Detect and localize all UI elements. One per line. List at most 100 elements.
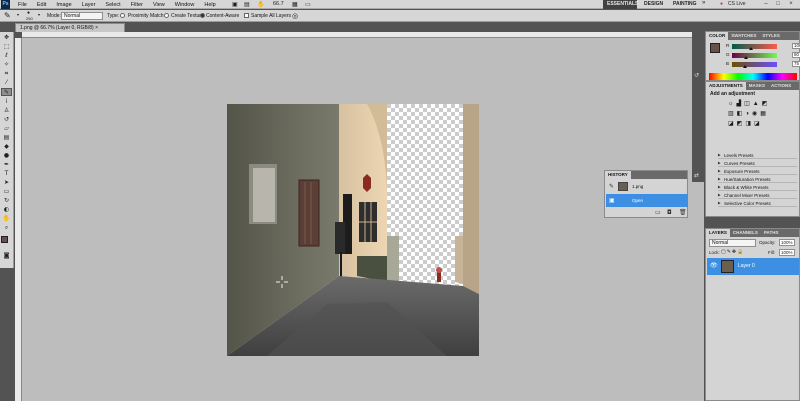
menu-file[interactable]: File [18,2,27,8]
lock-icons[interactable]: ▢✎✥🔒 [721,249,744,255]
color-spectrum-ramp[interactable] [709,73,797,80]
mode-select[interactable]: Normal [61,12,103,20]
document-tab[interactable]: 1.png @ 66.7% (Layer 0, RGB/8) × [15,23,125,32]
menu-help[interactable]: Help [204,2,215,8]
preset-curves[interactable]: Curves Presets [718,160,797,167]
tab-adjustments[interactable]: ADJUSTMENTS [706,82,746,90]
type-tool-icon[interactable]: T [1,170,12,178]
screen-mode-icon[interactable]: ▭ [305,1,311,8]
eyedropper-tool-icon[interactable]: ⁄ [1,79,12,87]
menu-edit[interactable]: Edit [37,2,46,8]
history-step[interactable]: ▣ Open [606,194,688,207]
snapshot-brush-icon[interactable]: ✎ [609,180,614,193]
fill-value[interactable]: 100% [779,249,795,256]
content-aware-radio[interactable] [200,13,205,18]
spot-healing-brush-tool-icon[interactable]: ✎ [1,88,12,96]
create-texture-radio[interactable] [164,13,169,18]
tab-masks[interactable]: MASKS [746,82,768,90]
preset-channel-mixer[interactable]: Channel Mixer Presets [718,192,797,199]
menu-filter[interactable]: Filter [131,2,143,8]
tab-swatches[interactable]: SWATCHES [728,32,759,40]
more-workspaces-icon[interactable]: » [702,0,705,6]
shape-tool-icon[interactable]: ▭ [1,188,12,196]
preset-levels[interactable]: Levels Presets [718,152,797,159]
green-slider[interactable]: G 80 [726,52,800,59]
tab-actions[interactable]: ACTIONS [768,82,794,90]
history-snapshot[interactable]: ✎ 1.png [606,180,688,193]
blue-value[interactable]: 75 [792,61,800,67]
preset-hue-saturation[interactable]: Hue/Saturation Presets [718,176,797,183]
minimize-icon[interactable]: – [761,1,771,8]
gradient-tool-icon[interactable]: ▤ [1,134,12,142]
preset-black-white[interactable]: Black & White Presets [718,184,797,191]
new-document-from-state-icon[interactable]: ▭ [655,209,661,216]
hand-zoom-icon[interactable]: ✋ [257,1,264,8]
red-slider[interactable]: R 106 [726,43,800,50]
menu-image[interactable]: Image [56,2,71,8]
menu-layer[interactable]: Layer [82,2,96,8]
new-snapshot-icon[interactable]: ◘ [667,209,672,216]
tab-styles[interactable]: STYLES [759,32,783,40]
layer-visibility-eye-icon[interactable]: 👁 [710,262,718,269]
3d-rotate-tool-icon[interactable]: ↻ [1,197,12,205]
green-value[interactable]: 80 [792,52,800,58]
cs-live-button[interactable]: CS Live [728,1,746,7]
history-brush-tool-icon[interactable]: ↺ [1,116,12,124]
close-icon[interactable]: × [786,1,796,8]
layer-row[interactable]: 👁 Layer 0 [707,258,799,275]
opacity-value[interactable]: 100% [779,239,795,246]
marquee-tool-icon[interactable]: ⬚ [1,43,12,51]
sample-all-layers-checkbox[interactable] [244,13,249,18]
workspace-design[interactable]: DESIGN [640,0,668,9]
zoom-level[interactable]: 66.7 [273,1,284,7]
quick-selection-tool-icon[interactable]: ✧ [1,61,12,69]
crop-tool-icon[interactable]: ⌗ [1,70,12,78]
lasso-tool-icon[interactable]: ℓ [1,52,12,60]
foreground-color-chip[interactable] [710,43,720,53]
actions-panel-icon[interactable]: ⇄ [694,172,699,179]
tool-preset-chevron-icon[interactable]: ▾ [17,12,19,17]
menu-window[interactable]: Window [175,2,195,8]
menu-view[interactable]: View [153,2,165,8]
red-value[interactable]: 106 [792,43,800,49]
hand-tool-icon[interactable]: ✋ [1,215,12,223]
path-selection-tool-icon[interactable]: ➤ [1,179,12,187]
tab-paths[interactable]: PATHS [761,229,782,237]
menu-select[interactable]: Select [105,2,120,8]
layer-name[interactable]: Layer 0 [738,263,755,269]
proximity-match-radio[interactable] [120,13,125,18]
workspace-painting[interactable]: PAINTING [669,0,699,9]
maximize-icon[interactable]: □ [773,1,783,8]
minibridge-icon[interactable]: ▤ [244,1,250,8]
foreground-color-swatch[interactable] [1,236,8,243]
delete-state-icon[interactable]: 🗑 [679,209,687,216]
brush-tool-icon[interactable]: ⅰ [1,98,12,106]
zoom-tool-icon[interactable]: ⌕ [1,224,12,232]
document-close-icon[interactable]: × [95,25,98,31]
tab-color[interactable]: COLOR [706,32,729,40]
blur-tool-icon[interactable]: ◆ [1,143,12,151]
eraser-tool-icon[interactable]: ▱ [1,125,12,133]
clone-stamp-tool-icon[interactable]: ♙ [1,107,12,115]
arrange-documents-icon[interactable]: ▦ [292,1,298,8]
tab-history[interactable]: HISTORY [605,171,631,179]
slider-knob[interactable] [743,56,748,59]
brush-size-value[interactable]: 250 [26,16,33,21]
adjustment-icons-row-1[interactable]: ☼▟◫▲◩ [728,100,770,107]
pressure-size-icon[interactable]: ◎ [292,12,298,20]
spot-healing-brush-tool-icon[interactable]: ✎ [4,11,11,20]
preset-exposure[interactable]: Exposure Presets [718,168,797,175]
blend-mode-select[interactable]: Normal [709,239,756,247]
document-image[interactable] [227,104,479,356]
tab-channels[interactable]: CHANNELS [730,229,761,237]
slider-knob[interactable] [748,47,753,50]
adjustment-icons-row-2[interactable]: ▥◧◑◉▦ [728,110,769,117]
move-tool-icon[interactable]: ✥ [1,34,12,42]
slider-knob[interactable] [743,65,748,68]
adjustment-icons-row-3[interactable]: ◪◩◨◪ [728,120,763,127]
preset-selective-color[interactable]: Selective Color Presets [718,200,797,207]
brush-picker-chevron-icon[interactable]: ▾ [38,12,40,17]
pen-tool-icon[interactable]: ✒ [1,161,12,169]
history-panel-icon[interactable]: ↺ [694,72,699,79]
quick-mask-icon[interactable]: ◙ [1,252,12,260]
